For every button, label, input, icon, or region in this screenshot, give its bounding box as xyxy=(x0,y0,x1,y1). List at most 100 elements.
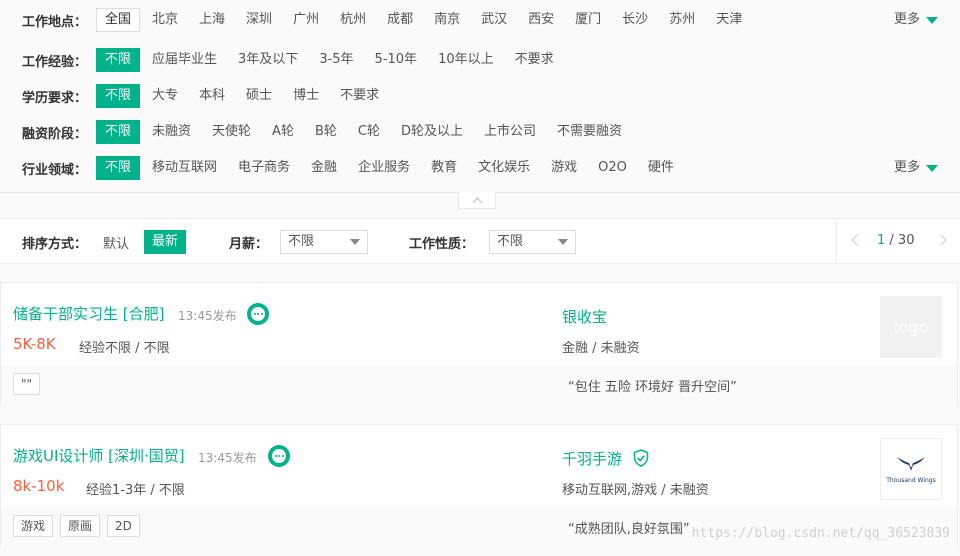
company-name-link[interactable]: 千羽手游 xyxy=(562,448,622,469)
location-option[interactable]: 南京 xyxy=(425,8,469,32)
location-option[interactable]: 杭州 xyxy=(331,8,375,32)
industry-option[interactable]: 企业服务 xyxy=(349,156,419,180)
industry-more-button[interactable]: 更多 xyxy=(894,156,938,180)
education-option-any[interactable]: 不限 xyxy=(96,84,141,108)
chat-icon[interactable] xyxy=(268,445,290,467)
financing-option[interactable]: C轮 xyxy=(349,120,389,144)
total-pages: / 30 xyxy=(885,233,915,248)
location-option[interactable]: 深圳 xyxy=(237,8,281,32)
industry-option[interactable]: O2O xyxy=(589,156,636,180)
salary-select[interactable]: 不限 xyxy=(280,230,368,254)
financing-option[interactable]: B轮 xyxy=(306,120,346,144)
experience-option[interactable]: 应届毕业生 xyxy=(143,48,226,72)
job-requirements: 经验1-3年 / 不限 xyxy=(86,483,185,498)
chat-icon[interactable] xyxy=(247,303,269,325)
prev-page-icon[interactable] xyxy=(851,234,863,246)
salary-filter-label: 月薪： xyxy=(229,237,269,252)
filter-label-industry: 行业领域： xyxy=(22,162,88,178)
pagination: 1 / 30 xyxy=(836,219,960,263)
job-welfare: “成熟团队,良好氛围” xyxy=(568,522,690,537)
education-option[interactable]: 大专 xyxy=(143,84,187,108)
job-item-footer: "" “包住 五险 环境好 晋升空间” xyxy=(1,365,957,405)
location-more-button[interactable]: 更多 xyxy=(894,8,938,32)
experience-option[interactable]: 不要求 xyxy=(506,48,563,72)
job-tag: "" xyxy=(13,373,41,395)
company-industry: 移动互联网,游戏 / 未融资 xyxy=(562,483,709,498)
job-item[interactable]: 储备干部实习生 [合肥] 13:45发布 5K-8K 经验不限 / 不限 银收宝… xyxy=(0,282,958,405)
job-item-main: 储备干部实习生 [合肥] 13:45发布 5K-8K 经验不限 / 不限 银收宝… xyxy=(1,283,957,365)
location-more-label: 更多 xyxy=(893,12,920,27)
location-option[interactable]: 北京 xyxy=(143,8,187,32)
job-publish-time: 13:45发布 xyxy=(178,309,237,323)
financing-option[interactable]: 未融资 xyxy=(143,120,200,144)
triangle-down-icon xyxy=(926,164,938,172)
location-option[interactable]: 西安 xyxy=(519,8,563,32)
industry-option[interactable]: 文化娱乐 xyxy=(469,156,539,180)
location-option[interactable]: 广州 xyxy=(284,8,328,32)
caret-down-icon xyxy=(350,239,360,245)
location-option[interactable]: 天津 xyxy=(707,8,751,32)
education-option[interactable]: 不要求 xyxy=(331,84,388,108)
location-option[interactable]: 上海 xyxy=(190,8,234,32)
next-page-icon[interactable] xyxy=(935,234,947,246)
job-nature-select[interactable]: 不限 xyxy=(489,230,576,254)
industry-option[interactable]: 电子商务 xyxy=(229,156,299,180)
location-option-all[interactable]: 全国 xyxy=(96,8,141,32)
financing-option[interactable]: D轮及以上 xyxy=(392,120,472,144)
location-option[interactable]: 厦门 xyxy=(566,8,610,32)
education-option[interactable]: 硕士 xyxy=(237,84,281,108)
job-welfare: “包住 五险 环境好 晋升空间” xyxy=(568,380,737,395)
experience-option[interactable]: 3年及以下 xyxy=(229,48,307,72)
financing-option[interactable]: 不需要融资 xyxy=(548,120,631,144)
education-option[interactable]: 博士 xyxy=(284,84,328,108)
sort-latest-option[interactable]: 最新 xyxy=(144,230,187,254)
watermark: https://blog.csdn.net/qq_36523839 xyxy=(691,526,950,541)
company-logo[interactable]: Thousand Wings xyxy=(880,438,942,500)
company-industry: 金融 / 未融资 xyxy=(562,341,640,356)
job-item-main: 游戏UI设计师 [深圳·国贸] 13:45发布 8k-10k 经验1-3年 / … xyxy=(1,425,957,507)
filter-row-location: 工作地点： 全国 北京 上海 深圳 广州 杭州 成都 南京 武汉 西安 厦门 长… xyxy=(0,8,754,32)
financing-option[interactable]: A轮 xyxy=(263,120,303,144)
filter-row-financing: 融资阶段： 不限 未融资 天使轮 A轮 B轮 C轮 D轮及以上 上市公司 不需要… xyxy=(0,120,634,144)
location-option[interactable]: 成都 xyxy=(378,8,422,32)
job-title-link[interactable]: 游戏UI设计师 [深圳·国贸] xyxy=(13,445,185,466)
page-indicator: 1 / 30 xyxy=(877,233,914,248)
industry-option[interactable]: 游戏 xyxy=(542,156,586,180)
experience-option[interactable]: 5-10年 xyxy=(366,48,427,72)
location-option[interactable]: 苏州 xyxy=(660,8,704,32)
industry-option-any[interactable]: 不限 xyxy=(96,156,141,180)
filter-label-experience: 工作经验： xyxy=(22,54,88,70)
experience-option-any[interactable]: 不限 xyxy=(96,48,141,72)
verified-shield-icon xyxy=(633,449,649,467)
job-nature-label: 工作性质： xyxy=(409,237,475,252)
collapse-filters-button[interactable] xyxy=(458,192,496,209)
experience-option[interactable]: 3-5年 xyxy=(310,48,362,72)
filter-panel: 工作地点： 全国 北京 上海 深圳 广州 杭州 成都 南京 武汉 西安 厦门 长… xyxy=(0,0,960,193)
sort-default-option[interactable]: 默认 xyxy=(103,233,129,252)
industry-option[interactable]: 教育 xyxy=(422,156,466,180)
location-option[interactable]: 长沙 xyxy=(613,8,657,32)
financing-option-any[interactable]: 不限 xyxy=(96,120,141,144)
job-tag: 游戏 xyxy=(13,515,54,537)
job-title-link[interactable]: 储备干部实习生 [合肥] xyxy=(13,303,164,324)
company-name-link[interactable]: 银收宝 xyxy=(562,306,607,327)
filter-row-experience: 工作经验： 不限 应届毕业生 3年及以下 3-5年 5-10年 10年以上 不要… xyxy=(0,48,566,72)
industry-option[interactable]: 硬件 xyxy=(639,156,683,180)
sort-bar: 排序方式： 默认 最新 月薪： 不限 工作性质： 不限 1 / 30 xyxy=(0,218,960,264)
financing-option[interactable]: 天使轮 xyxy=(203,120,260,144)
salary-select-value: 不限 xyxy=(288,234,315,249)
industry-option[interactable]: 金融 xyxy=(302,156,346,180)
job-publish-time: 13:45发布 xyxy=(198,451,257,465)
financing-option[interactable]: 上市公司 xyxy=(475,120,545,144)
filter-label-location: 工作地点： xyxy=(22,14,88,30)
job-requirements: 经验不限 / 不限 xyxy=(79,341,170,356)
industry-more-label: 更多 xyxy=(893,160,920,175)
company-logo[interactable]: logo xyxy=(880,296,942,358)
experience-option[interactable]: 10年以上 xyxy=(429,48,503,72)
job-tag: 原画 xyxy=(60,515,101,537)
location-option[interactable]: 武汉 xyxy=(472,8,516,32)
education-option[interactable]: 本科 xyxy=(190,84,234,108)
industry-option[interactable]: 移动互联网 xyxy=(143,156,226,180)
triangle-down-icon xyxy=(926,16,938,24)
filter-label-education: 学历要求： xyxy=(22,90,88,106)
